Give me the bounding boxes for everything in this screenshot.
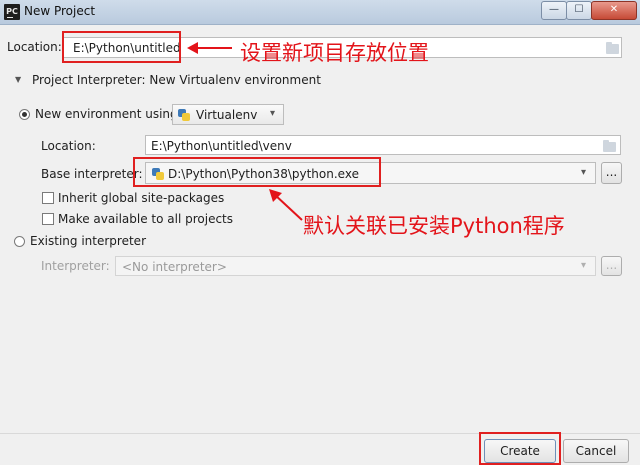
annotation-arrowhead-icon (187, 42, 198, 54)
interpreter-label: Interpreter: (41, 259, 110, 273)
inherit-site-packages-checkbox[interactable] (42, 192, 54, 204)
maximize-button[interactable]: ☐ (566, 1, 592, 20)
interpreter-value: <No interpreter> (122, 260, 227, 274)
venv-location-value: E:\Python\untitled\venv (151, 139, 292, 153)
close-button[interactable]: ✕ (591, 1, 637, 20)
existing-interpreter-radio[interactable] (14, 236, 25, 247)
window-title: New Project (24, 4, 96, 18)
interpreter-select[interactable]: <No interpreter> ▾ (115, 256, 596, 276)
environment-tool-value: Virtualenv (196, 108, 258, 122)
pycharm-app-icon: PC (4, 4, 20, 20)
interpreter-section-header[interactable]: Project Interpreter: New Virtualenv envi… (32, 73, 321, 87)
interpreter-annotation: 默认关联已安装Python程序 (303, 214, 565, 238)
make-available-checkbox[interactable] (42, 213, 54, 225)
folder-icon[interactable] (603, 140, 616, 152)
base-interpreter-browse-button[interactable]: ... (601, 162, 622, 184)
create-highlight-box (479, 432, 561, 465)
python-icon (178, 109, 190, 121)
chevron-down-icon: ▾ (581, 167, 587, 178)
folder-icon[interactable] (606, 42, 619, 54)
new-environment-label: New environment using (35, 107, 178, 121)
base-interpreter-highlight-box (133, 157, 381, 187)
section-collapse-icon[interactable]: ▼ (15, 75, 21, 84)
minimize-button[interactable]: — (541, 1, 567, 20)
make-available-label: Make available to all projects (58, 212, 234, 226)
existing-interpreter-label: Existing interpreter (30, 234, 146, 248)
inherit-site-packages-label: Inherit global site-packages (58, 191, 225, 205)
interpreter-browse-button[interactable]: ... (601, 256, 622, 276)
annotation-arrow-icon (269, 189, 303, 221)
location-annotation: 设置新项目存放位置 (240, 41, 429, 65)
chevron-down-icon: ▾ (270, 108, 276, 119)
new-environment-radio[interactable] (19, 109, 30, 120)
venv-location-label: Location: (41, 139, 96, 153)
chevron-down-icon: ▾ (581, 260, 587, 271)
location-highlight-box (62, 31, 181, 63)
base-interpreter-label: Base interpreter: (41, 167, 143, 181)
cancel-button[interactable]: Cancel (563, 439, 629, 463)
location-label: Location: (7, 40, 62, 54)
venv-location-input[interactable]: E:\Python\untitled\venv (145, 135, 621, 155)
environment-tool-select[interactable]: Virtualenv ▾ (172, 104, 284, 125)
